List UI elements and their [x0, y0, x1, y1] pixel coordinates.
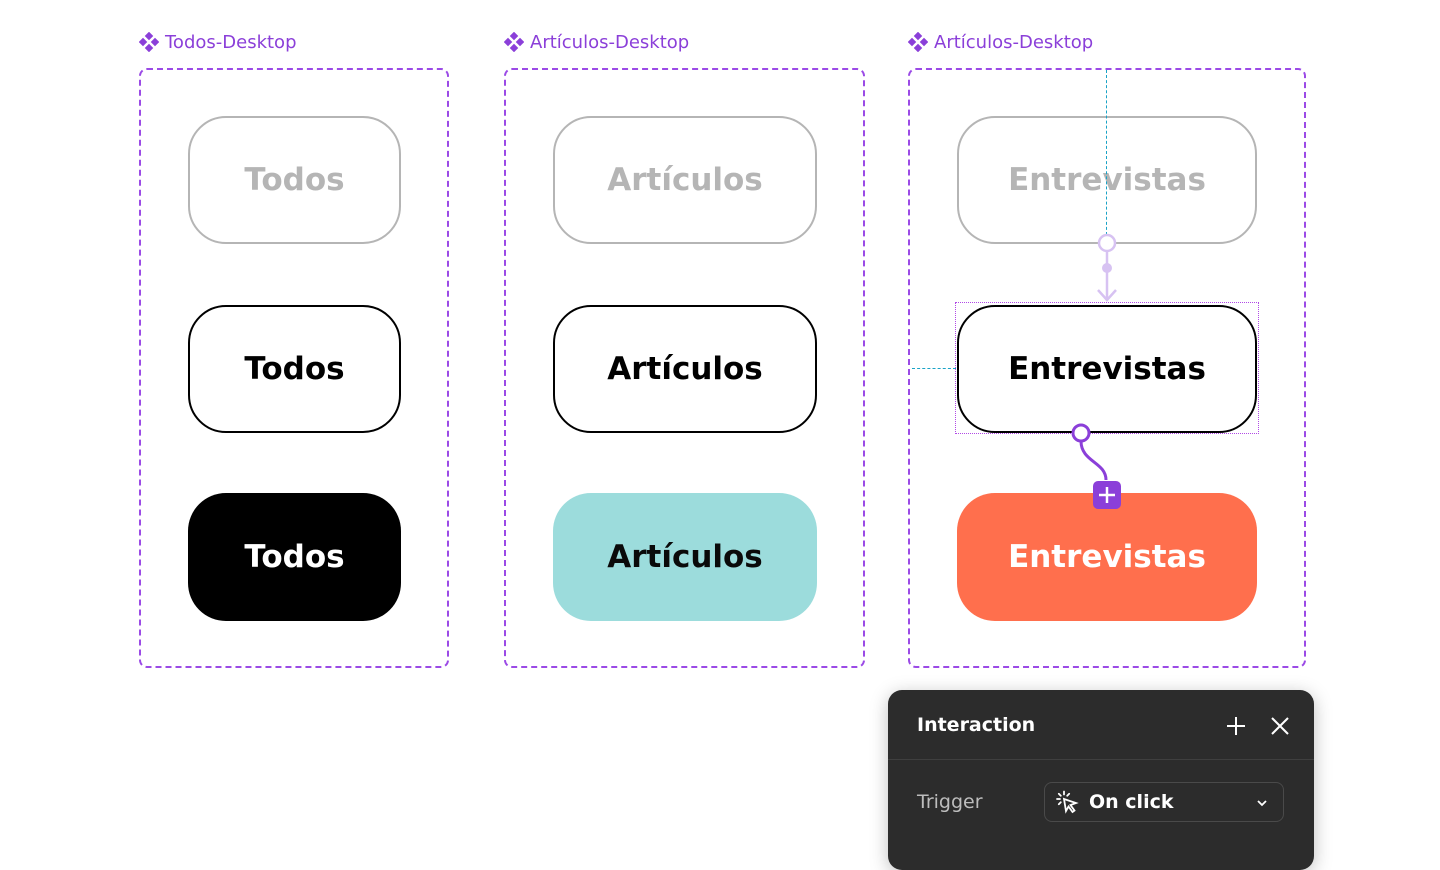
spacing-guide-vertical — [1106, 70, 1107, 240]
variant-entrevistas-default[interactable]: Entrevistas — [957, 116, 1257, 244]
variant-articulos-default[interactable]: Artículos — [553, 116, 817, 244]
variant-todos-active[interactable]: Todos — [188, 493, 401, 621]
component-set-icon — [139, 32, 159, 52]
click-icon — [1056, 790, 1079, 814]
component-set-name: Artículos-Desktop — [530, 31, 690, 53]
component-set-name: Artículos-Desktop — [934, 31, 1094, 53]
component-set-name: Todos-Desktop — [165, 31, 297, 53]
trigger-dropdown[interactable]: On click — [1044, 782, 1284, 822]
plus-icon[interactable] — [1224, 714, 1248, 738]
trigger-value: On click — [1089, 791, 1174, 813]
chevron-down-icon — [1257, 800, 1267, 807]
selection-outline — [955, 302, 1259, 434]
panel-title: Interaction — [917, 714, 1036, 736]
component-set-icon — [908, 32, 928, 52]
variant-articulos-hover[interactable]: Artículos — [553, 305, 817, 433]
interaction-panel: Interaction Trigger On click — [888, 690, 1314, 870]
variant-entrevistas-active[interactable]: Entrevistas — [957, 493, 1257, 621]
component-set-label[interactable]: Todos-Desktop — [139, 30, 297, 54]
spacing-guide-horizontal — [912, 368, 956, 369]
panel-divider — [888, 759, 1314, 760]
component-set-label[interactable]: Artículos-Desktop — [908, 30, 1093, 54]
variant-articulos-active[interactable]: Artículos — [553, 493, 817, 621]
trigger-label: Trigger — [917, 791, 983, 813]
close-icon[interactable] — [1268, 714, 1292, 738]
component-set-icon — [504, 32, 524, 52]
variant-todos-default[interactable]: Todos — [188, 116, 401, 244]
variant-todos-hover[interactable]: Todos — [188, 305, 401, 433]
component-set-label[interactable]: Artículos-Desktop — [504, 30, 689, 54]
